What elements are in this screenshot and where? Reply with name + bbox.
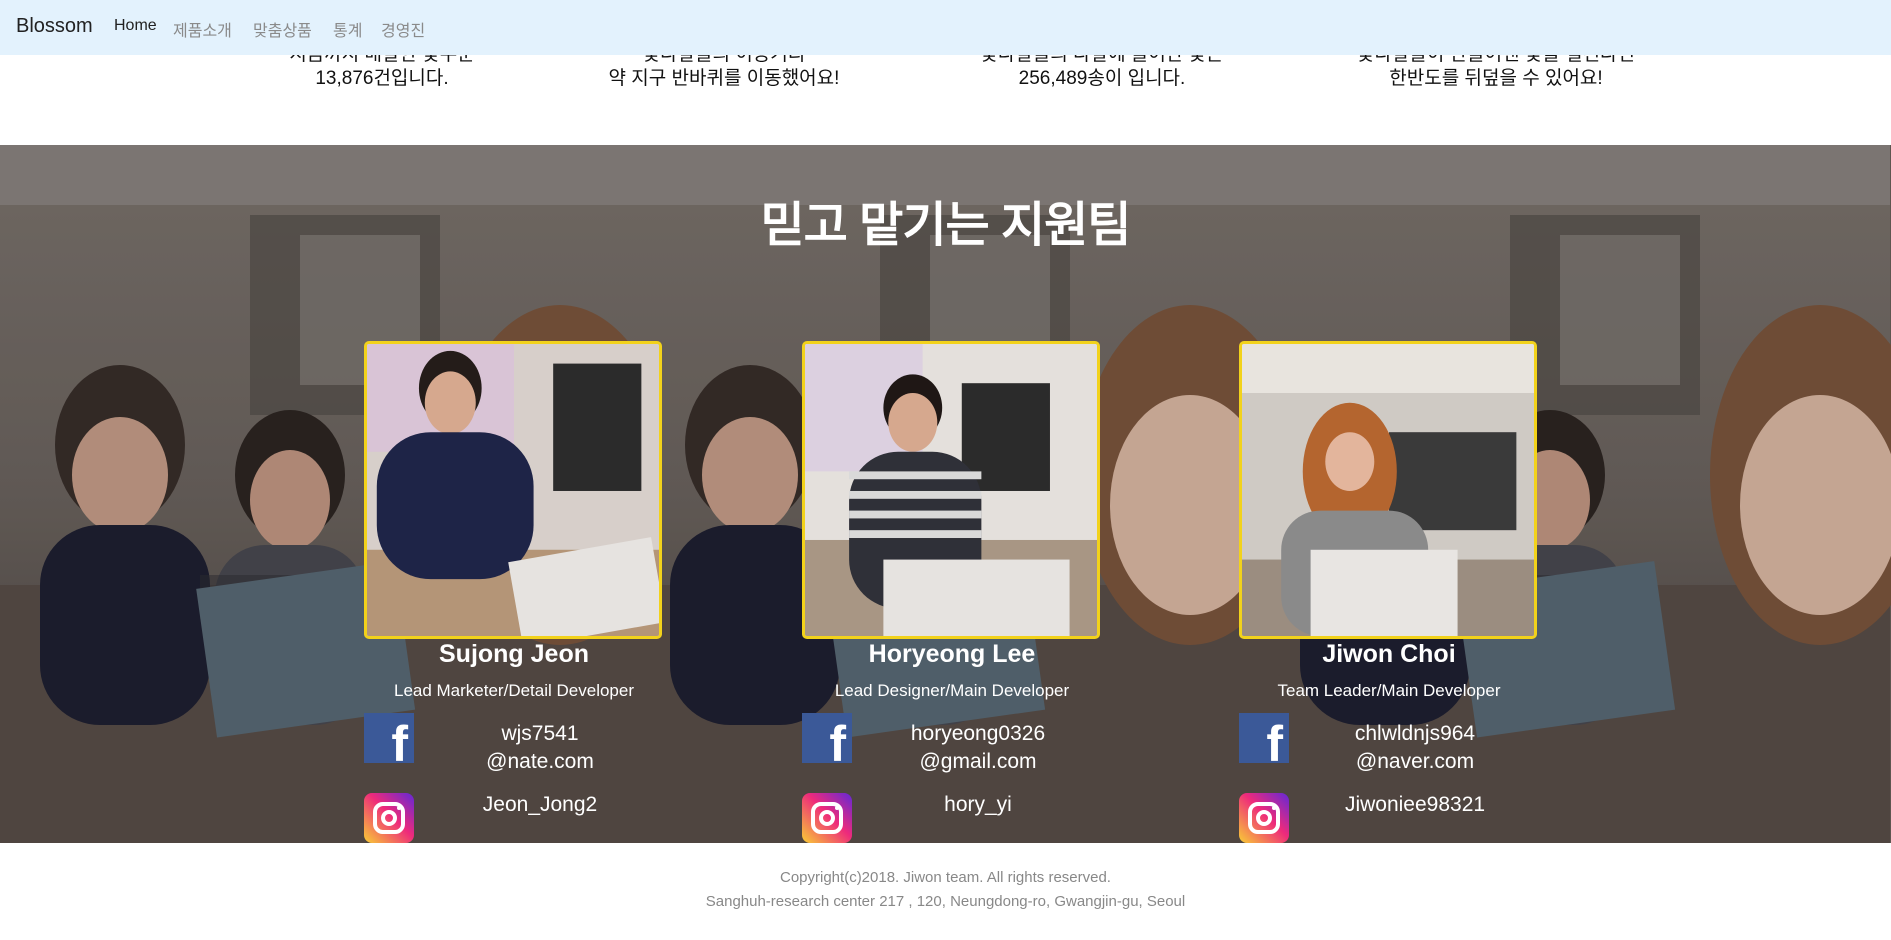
stat-flowers: 꽃다발들의 다발에 들어간 꽃은 256,489송이 입니다. [980,55,1223,89]
member-instagram[interactable]: Jiwoniee98321 [1295,793,1535,817]
nav-link-management[interactable]: 경영진 [381,17,425,41]
team-title: 믿고 맡기는 지원팀 [760,199,1132,252]
member-role: Lead Designer/Main Developer [834,681,1070,700]
member-photo-horyeong [802,341,1100,639]
nav-link-custom[interactable]: 맞춤상품 [253,17,312,41]
stats-section: 지금까지 배달한 꽃주문 13,876건입니다. 꽃다발들의 이동거리 약 지구… [0,55,1891,145]
navbar: Blossom Home 제품소개 맞춤상품 통계 경영진 [0,0,1891,55]
facebook-icon[interactable]: f [802,713,852,769]
member-role: Team Leader/Main Developer [1277,681,1501,700]
footer: Copyright(c)2018. Jiwon team. All rights… [0,843,1891,940]
member-name: Jiwon Choi [1322,640,1456,668]
facebook-icon[interactable]: f [364,713,414,769]
team-section: 믿고 맡기는 지원팀 Sujong Jeon Lead Marketer/Det… [0,145,1891,843]
brand-logo[interactable]: Blossom [16,15,93,38]
nav-link-home[interactable]: Home [114,17,157,35]
footer-copyright: Copyright(c)2018. Jiwon team. All rights… [780,869,1111,886]
member-photo-jiwon [1239,341,1537,639]
facebook-icon[interactable]: f [1239,713,1289,769]
member-email[interactable]: horyeong0326 @gmail.com [858,720,1098,776]
member-email[interactable]: chlwldnjs964 @naver.com [1295,720,1535,776]
nav-link-stats[interactable]: 통계 [333,17,362,41]
member-photo-sujong [364,341,662,639]
member-instagram[interactable]: Jeon_Jong2 [420,793,660,817]
footer-address: Sanghuh-research center 217 , 120, Neung… [705,893,1186,910]
member-name: Sujong Jeon [439,640,589,668]
stat-distance: 꽃다발들의 이동거리 약 지구 반바퀴를 이동했어요! [608,55,840,89]
member-instagram[interactable]: hory_yi [858,793,1098,817]
member-name: Horyeong Lee [868,640,1036,668]
stat-area: 꽃다발들이 만들어낸 꽃을 펼친다면 한반도를 뒤덮을 수 있어요! [1357,55,1635,89]
instagram-icon[interactable] [802,793,852,843]
stat-orders: 지금까지 배달한 꽃주문 13,876건입니다. [289,55,474,89]
member-email[interactable]: wjs7541 @nate.com [420,720,660,776]
nav-link-products[interactable]: 제품소개 [173,17,232,41]
member-role: Lead Marketer/Detail Developer [393,681,634,700]
instagram-icon[interactable] [1239,793,1289,843]
instagram-icon[interactable] [364,793,414,843]
